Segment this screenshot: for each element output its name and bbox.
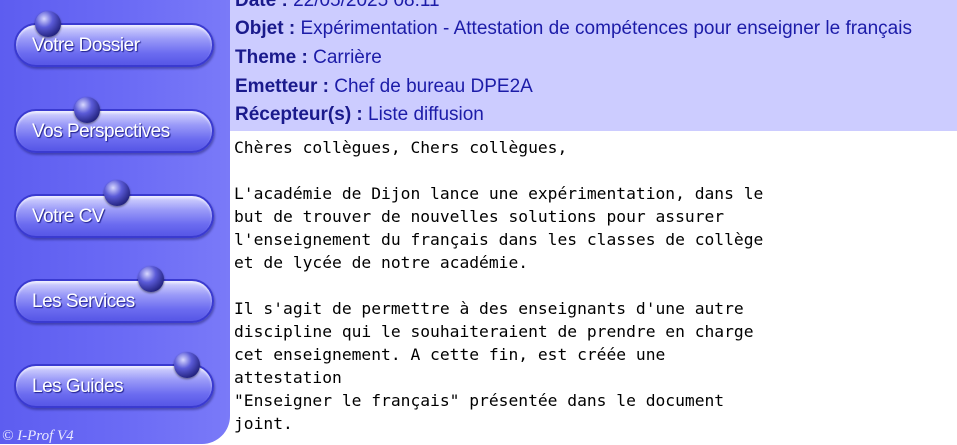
theme-label: Theme :	[235, 47, 308, 68]
nav-item-label: Les Services	[32, 291, 135, 312]
date-row: Date : 22/05/2025 08:11	[235, 0, 440, 12]
message-line: attestation	[234, 368, 342, 387]
recepteur-value: Liste diffusion	[368, 104, 484, 125]
date-value: 22/05/2025 08:11	[293, 0, 440, 11]
nav-les-services-button[interactable]: Les Services	[14, 279, 214, 323]
message-line: discipline qui le souhaiteraient de pren…	[234, 322, 754, 341]
emetteur-value: Chef de bureau DPE2A	[334, 76, 533, 97]
message-line: L'académie de Dijon lance une expériment…	[234, 184, 764, 203]
nav-bullet-icon	[138, 266, 164, 292]
nav-bullet-icon	[35, 11, 61, 37]
message-line: et de lycée de notre académie.	[234, 253, 529, 272]
message-line: Il s'agit de permettre à des enseignants…	[234, 299, 744, 318]
message-line	[234, 274, 954, 297]
nav-item-label: Vos Perspectives	[32, 121, 170, 142]
message-line: joint.	[234, 414, 293, 433]
objet-row: Objet : Expérimentation - Attestation de…	[235, 18, 912, 40]
iprof-logo: © I-Prof V4	[2, 428, 74, 444]
message-line: "Enseigner le français" présentée dans l…	[234, 391, 725, 410]
nav-item-label: Les Guides	[32, 376, 124, 397]
nav-bullet-icon	[174, 352, 200, 378]
nav-bullet-icon	[104, 180, 130, 206]
recepteur-label: Récepteur(s) :	[235, 104, 363, 125]
theme-value: Carrière	[313, 47, 382, 68]
nav-vos-perspectives-button[interactable]: Vos Perspectives	[14, 109, 214, 153]
message-line: but de trouver de nouvelles solutions po…	[234, 207, 725, 226]
message-line	[234, 159, 954, 182]
message-body: Chères collègues, Chers collègues, L'aca…	[234, 136, 954, 435]
sidebar-nav: Votre Dossier Vos Perspectives Votre CV …	[0, 0, 230, 444]
nav-bullet-icon	[74, 97, 100, 123]
objet-value: Expérimentation - Attestation de compéte…	[300, 18, 912, 39]
recepteur-row: Récepteur(s) : Liste diffusion	[235, 104, 484, 126]
nav-item-label: Votre CV	[32, 206, 105, 227]
message-header: Date : 22/05/2025 08:11 Objet : Expérime…	[230, 0, 957, 131]
message-line: cet enseignement. A cette fin, est créée…	[234, 345, 666, 364]
emetteur-label: Emetteur :	[235, 76, 329, 97]
message-line: Chères collègues, Chers collègues,	[234, 138, 568, 157]
message-line: l'enseignement du français dans les clas…	[234, 230, 764, 249]
nav-item-label: Votre Dossier	[32, 35, 140, 56]
date-label: Date :	[235, 0, 288, 11]
theme-row: Theme : Carrière	[235, 47, 382, 69]
objet-label: Objet :	[235, 18, 296, 39]
emetteur-row: Emetteur : Chef de bureau DPE2A	[235, 76, 533, 98]
